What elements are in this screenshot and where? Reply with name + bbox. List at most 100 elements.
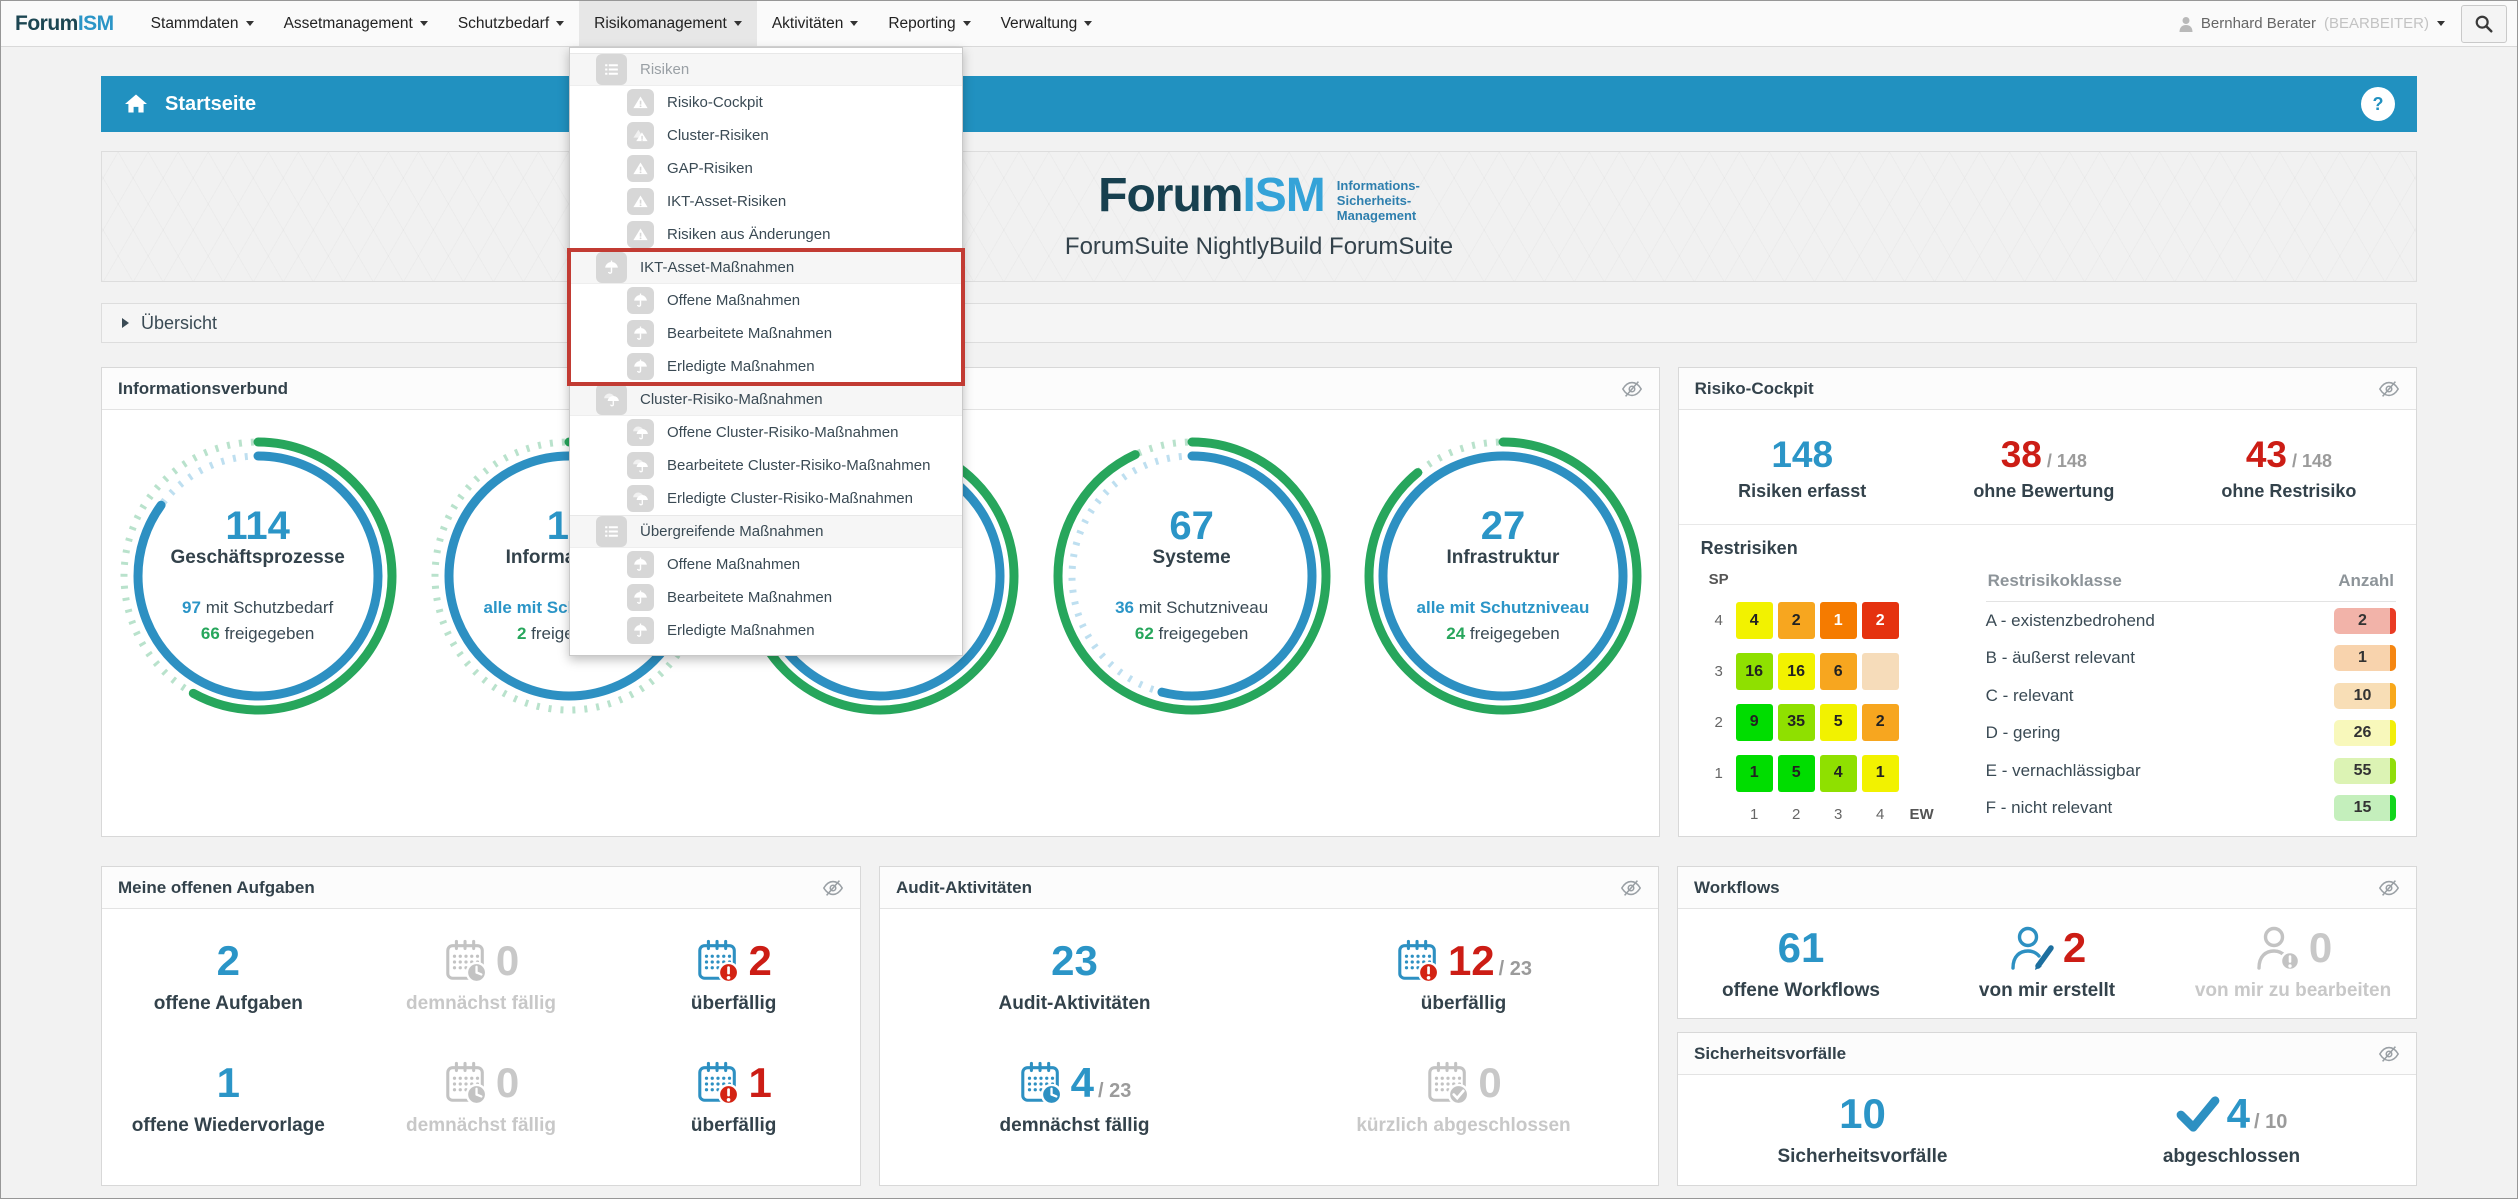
menu-item-offene-ma-nahmen[interactable]: Offene Maßnahmen — [570, 548, 962, 581]
matrix-cell-sp1-ew1[interactable]: 1 — [1736, 755, 1773, 792]
app-logo[interactable]: ForumISM — [1, 1, 136, 46]
tile-abgeschlossen[interactable]: 4/ 10abgeschlossen — [2047, 1088, 2416, 1168]
search-button[interactable] — [2461, 5, 2507, 43]
menu-group-ikt-asset-ma-nahmen[interactable]: IKT-Asset-Maßnahmen — [570, 251, 962, 284]
uebersicht-toggle[interactable]: Übersicht — [101, 303, 2417, 343]
tile-value: 2 — [217, 940, 240, 982]
menu-group-cluster-risiko-ma-nahmen[interactable]: Cluster-Risiko-Maßnahmen — [570, 383, 962, 416]
nav-item-reporting[interactable]: Reporting — [873, 1, 985, 46]
card-header: Audit-Aktivitäten — [880, 867, 1658, 909]
tile-sicherheitsvorf-lle[interactable]: 10Sicherheitsvorfälle — [1678, 1088, 2047, 1168]
matrix-cell-sp3-ew1[interactable]: 16 — [1736, 653, 1773, 690]
menu-group-risiken[interactable]: Risiken — [570, 53, 962, 86]
menu-item-risiken-aus-nderungen[interactable]: Risiken aus Änderungen — [570, 218, 962, 251]
menu-item-erledigte-cluster-risiko-ma-nahmen[interactable]: Erledigte Cluster-Risiko-Maßnahmen — [570, 482, 962, 515]
matrix-cell-sp2-ew1[interactable]: 9 — [1736, 704, 1773, 741]
restrisiko-row-f[interactable]: F - nicht relevant15 — [1986, 790, 2396, 828]
menu-item-bearbeitete-cluster-risiko-ma-nahmen[interactable]: Bearbeitete Cluster-Risiko-Maßnahmen — [570, 449, 962, 482]
hide-widget-button[interactable] — [1621, 378, 1643, 400]
search-icon — [2474, 14, 2494, 34]
list-icon — [596, 54, 627, 85]
logo-text-forum: Forum — [15, 12, 78, 36]
menu-item-cluster-risiken[interactable]: Cluster-Risiken — [570, 119, 962, 152]
tile-value: 4 — [2227, 1093, 2250, 1135]
tile-label: offene Workflows — [1722, 980, 1880, 1002]
restrisiko-row-d[interactable]: D - gering26 — [1986, 715, 2396, 753]
tile-berf-llig[interactable]: 12/ 23überfällig — [1269, 935, 1658, 1015]
calendar-alert-icon — [695, 1060, 741, 1106]
menu-group-bergreifende-ma-nahmen[interactable]: Übergreifende Maßnahmen — [570, 515, 962, 548]
nav-item-schutzbedarf[interactable]: Schutzbedarf — [443, 1, 579, 46]
gauge-systeme[interactable]: 67Systeme36 mit Schutzniveau62 freigegeb… — [1042, 426, 1342, 726]
menu-item-offene-cluster-risiko-ma-nahmen[interactable]: Offene Cluster-Risiko-Maßnahmen — [570, 416, 962, 449]
menu-item-erledigte-ma-nahmen[interactable]: Erledigte Maßnahmen — [570, 614, 962, 647]
hide-widget-button[interactable] — [2378, 877, 2400, 899]
hide-widget-button[interactable] — [2378, 1043, 2400, 1065]
gauge-infrastruktur[interactable]: 27Infrastrukturalle mit Schutzniveau24 f… — [1353, 426, 1653, 726]
nav-item-risikomanagement[interactable]: Risikomanagement — [579, 1, 757, 46]
nav-item-aktivit-ten[interactable]: Aktivitäten — [757, 1, 874, 46]
breadcrumb[interactable]: Startseite — [165, 93, 256, 116]
matrix-cell-sp2-ew2[interactable]: 35 — [1778, 704, 1815, 741]
matrix-cell-sp1-ew3[interactable]: 4 — [1820, 755, 1857, 792]
menu-item-risiko-cockpit[interactable]: Risiko-Cockpit — [570, 86, 962, 119]
gauge-gesch-ftsprozesse[interactable]: 114Geschäftsprozesse97 mit Schutzbedarf6… — [108, 426, 408, 726]
nav-item-assetmanagement[interactable]: Assetmanagement — [269, 1, 443, 46]
card-sicherheitsvorfaelle: Sicherheitsvorfälle 10Sicherheitsvorfäll… — [1677, 1032, 2417, 1186]
menu-item-erledigte-ma-nahmen[interactable]: Erledigte Maßnahmen — [570, 350, 962, 383]
tile-offene-aufgaben[interactable]: 2offene Aufgaben — [102, 935, 355, 1015]
hide-widget-button[interactable] — [1620, 877, 1642, 899]
matrix-cell-sp3-ew4[interactable] — [1862, 653, 1899, 690]
nav-right: Bernhard Berater (BEARBEITER) — [2179, 1, 2517, 46]
user-name: Bernhard Berater — [2201, 15, 2316, 32]
matrix-cell-sp3-ew2[interactable]: 16 — [1778, 653, 1815, 690]
tile-value: 0 — [496, 1062, 519, 1104]
matrix-cell-sp4-ew4[interactable]: 2 — [1862, 602, 1899, 639]
hide-widget-button[interactable] — [2378, 378, 2400, 400]
tile-berf-llig[interactable]: 1überfällig — [607, 1057, 860, 1137]
risk-stat-ohne-restrisiko[interactable]: 43/ 148ohne Restrisiko — [2221, 436, 2356, 502]
help-button[interactable]: ? — [2361, 87, 2395, 121]
menu-item-ikt-asset-risiken[interactable]: IKT-Asset-Risiken — [570, 185, 962, 218]
tile-von-mir-zu-bearbeiten[interactable]: 0von mir zu bearbeiten — [2170, 922, 2416, 1002]
restrisiko-row-a[interactable]: A - existenzbedrohend2 — [1986, 602, 2396, 640]
card-workflows: Workflows 61offene Workflows2von mir ers… — [1677, 866, 2417, 1019]
tile-demn-chst-f-llig[interactable]: 0demnächst fällig — [355, 1057, 608, 1137]
tile-total: / 23 — [1499, 958, 1532, 981]
risk-stat-ohne-bewertung[interactable]: 38/ 148ohne Bewertung — [1973, 436, 2114, 502]
tile-demn-chst-f-llig[interactable]: 0demnächst fällig — [355, 935, 608, 1015]
matrix-row-label: 3 — [1714, 663, 1722, 680]
matrix-cell-sp1-ew2[interactable]: 5 — [1778, 755, 1815, 792]
sicherheitsvorfaelle-tiles: 10Sicherheitsvorfälle4/ 10abgeschlossen — [1678, 1075, 2416, 1168]
tile-berf-llig[interactable]: 2überfällig — [607, 935, 860, 1015]
matrix-cell-sp4-ew3[interactable]: 1 — [1820, 602, 1857, 639]
menu-item-bearbeitete-ma-nahmen[interactable]: Bearbeitete Maßnahmen — [570, 581, 962, 614]
tile-offene-workflows[interactable]: 61offene Workflows — [1678, 922, 1924, 1002]
banner-tagline: Informations- Sicherheits- Management — [1337, 172, 1420, 224]
menu-item-bearbeitete-ma-nahmen[interactable]: Bearbeitete Maßnahmen — [570, 317, 962, 350]
menu-section-risiken: RisikenRisiko-CockpitCluster-RisikenGAP-… — [570, 53, 962, 251]
nav-item-verwaltung[interactable]: Verwaltung — [986, 1, 1108, 46]
menu-item-gap-risiken[interactable]: GAP-Risiken — [570, 152, 962, 185]
tile-offene-wiedervorlage[interactable]: 1offene Wiedervorlage — [102, 1057, 355, 1137]
card-header: Risiko-Cockpit — [1679, 368, 2416, 410]
restrisiko-row-e[interactable]: E - vernachlässigbar55 — [1986, 752, 2396, 790]
tile-audit-aktivit-ten[interactable]: 23Audit-Aktivitäten — [880, 935, 1269, 1015]
matrix-cell-sp2-ew4[interactable]: 2 — [1862, 704, 1899, 741]
matrix-cell-sp3-ew3[interactable]: 6 — [1820, 653, 1857, 690]
user-menu[interactable]: Bernhard Berater (BEARBEITER) — [2179, 15, 2445, 32]
tile-demn-chst-f-llig[interactable]: 4/ 23demnächst fällig — [880, 1057, 1269, 1137]
restrisiko-row-b[interactable]: B - äußerst relevant1 — [1986, 640, 2396, 678]
risk-stat-risiken-erfasst[interactable]: 148Risiken erfasst — [1738, 436, 1866, 502]
nav-item-stammdaten[interactable]: Stammdaten — [136, 1, 269, 46]
matrix-cell-sp1-ew4[interactable]: 1 — [1862, 755, 1899, 792]
tile-k-rzlich-abgeschlossen[interactable]: 0kürzlich abgeschlossen — [1269, 1057, 1658, 1137]
matrix-cell-sp2-ew3[interactable]: 5 — [1820, 704, 1857, 741]
matrix-cell-sp4-ew1[interactable]: 4 — [1736, 602, 1773, 639]
menu-item-offene-ma-nahmen[interactable]: Offene Maßnahmen — [570, 284, 962, 317]
matrix-cell-sp4-ew2[interactable]: 2 — [1778, 602, 1815, 639]
restrisiko-row-c[interactable]: C - relevant10 — [1986, 677, 2396, 715]
hide-widget-button[interactable] — [822, 877, 844, 899]
tile-von-mir-erstellt[interactable]: 2von mir erstellt — [1924, 922, 2170, 1002]
risk-warning-icon — [627, 155, 654, 182]
